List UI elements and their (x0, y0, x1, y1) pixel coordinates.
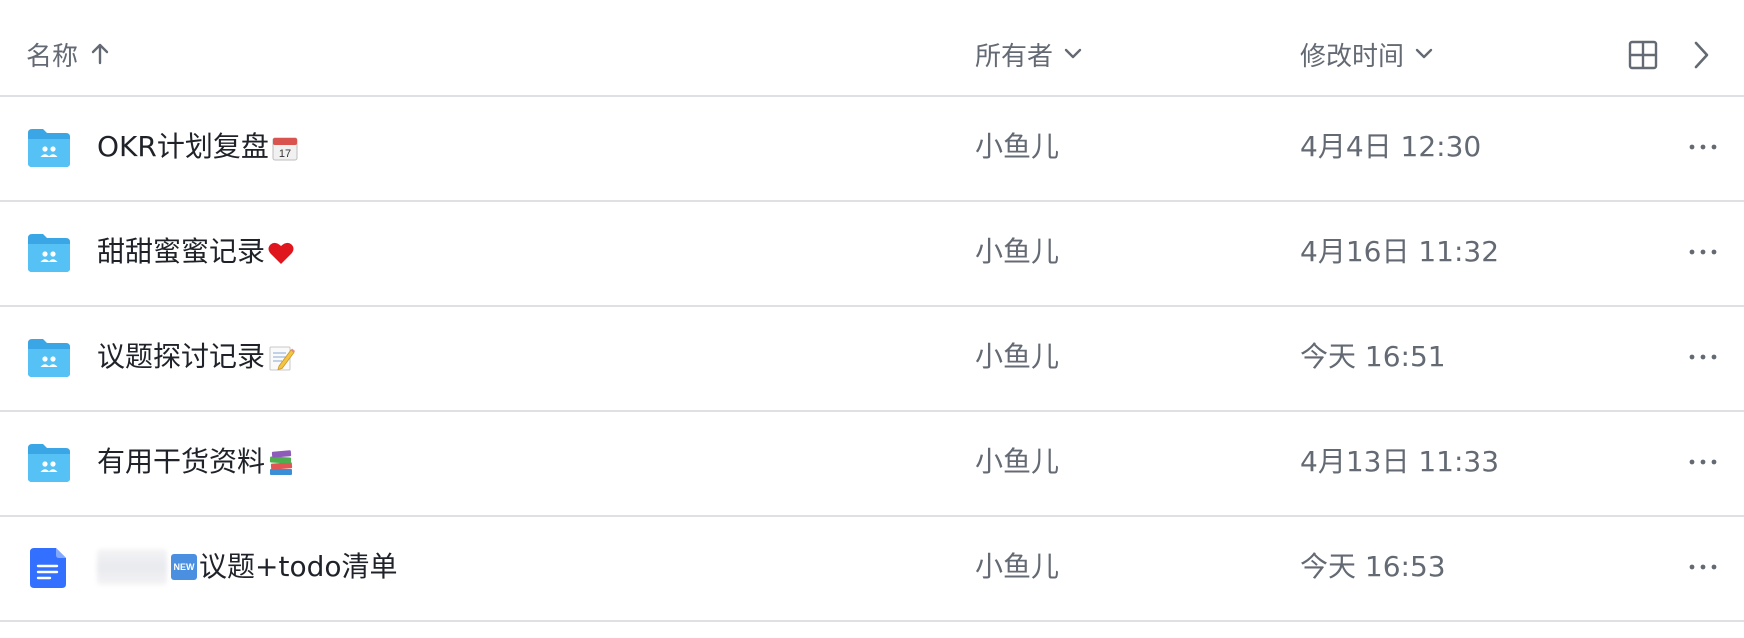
document-icon (26, 547, 72, 589)
chevron-right-icon[interactable] (1690, 38, 1724, 72)
svg-text:17: 17 (279, 148, 291, 160)
owner-column-label: 所有者 (975, 41, 1054, 72)
heart-icon (267, 238, 295, 266)
sort-by-name[interactable]: 名称 (26, 34, 110, 74)
more-options-icon[interactable] (1686, 553, 1720, 581)
item-name: 有用干货资料 (97, 442, 295, 482)
modified-time-filter[interactable]: 修改时间 (1300, 34, 1434, 74)
item-owner: 小鱼儿 (975, 550, 1060, 583)
list-header: 名称 所有者 修改时间 (0, 0, 1744, 97)
item-modified-time: 今天 16:51 (1300, 340, 1446, 373)
item-modified-time: 今天 16:53 (1300, 550, 1446, 583)
more-options-icon[interactable] (1686, 238, 1720, 266)
new-badge-icon: NEW (171, 554, 197, 580)
modified-column-label: 修改时间 (1300, 41, 1405, 72)
item-owner: 小鱼儿 (975, 445, 1060, 478)
list-item[interactable]: 甜甜蜜蜜记录 小鱼儿 4月16日 11:32 (0, 202, 1744, 307)
list-item[interactable]: 有用干货资料 小鱼儿 4月13日 11:33 (0, 412, 1744, 517)
item-modified-time: 4月16日 11:32 (1300, 235, 1500, 268)
list-item[interactable]: NEW 议题+todo清单 小鱼儿 今天 16:53 (0, 517, 1744, 622)
books-icon (267, 448, 295, 476)
memo-icon (267, 343, 296, 371)
item-modified-time: 4月4日 12:30 (1300, 130, 1482, 163)
item-name: OKR计划复盘 17 (97, 127, 299, 167)
item-name: 议题探讨记录 (97, 337, 296, 377)
item-owner: 小鱼儿 (975, 235, 1060, 268)
item-name: NEW 议题+todo清单 (97, 547, 397, 587)
name-column-label: 名称 (26, 41, 79, 72)
list-item[interactable]: 议题探讨记录 小鱼儿 今天 16:51 (0, 307, 1744, 412)
chevron-down-icon (1414, 47, 1434, 61)
sort-ascending-icon (90, 42, 110, 66)
more-options-icon[interactable] (1686, 343, 1720, 371)
calendar-icon: 17 (271, 133, 299, 161)
item-modified-time: 4月13日 11:33 (1300, 445, 1500, 478)
chevron-down-icon (1063, 47, 1083, 61)
shared-folder-icon (26, 232, 72, 274)
more-options-icon[interactable] (1686, 448, 1720, 476)
item-name: 甜甜蜜蜜记录 (97, 232, 295, 272)
more-options-icon[interactable] (1686, 133, 1720, 161)
shared-folder-icon (26, 337, 72, 379)
shared-folder-icon (26, 442, 72, 484)
item-owner: 小鱼儿 (975, 340, 1060, 373)
redacted-text (97, 549, 167, 585)
file-list: 名称 所有者 修改时间 OKR计划复盘 17 小鱼儿 4月4日 12:30 甜甜… (0, 0, 1744, 638)
list-item[interactable]: OKR计划复盘 17 小鱼儿 4月4日 12:30 (0, 97, 1744, 202)
shared-folder-icon (26, 127, 72, 169)
owner-filter[interactable]: 所有者 (975, 34, 1083, 74)
item-owner: 小鱼儿 (975, 130, 1060, 163)
grid-view-icon[interactable] (1628, 38, 1662, 72)
